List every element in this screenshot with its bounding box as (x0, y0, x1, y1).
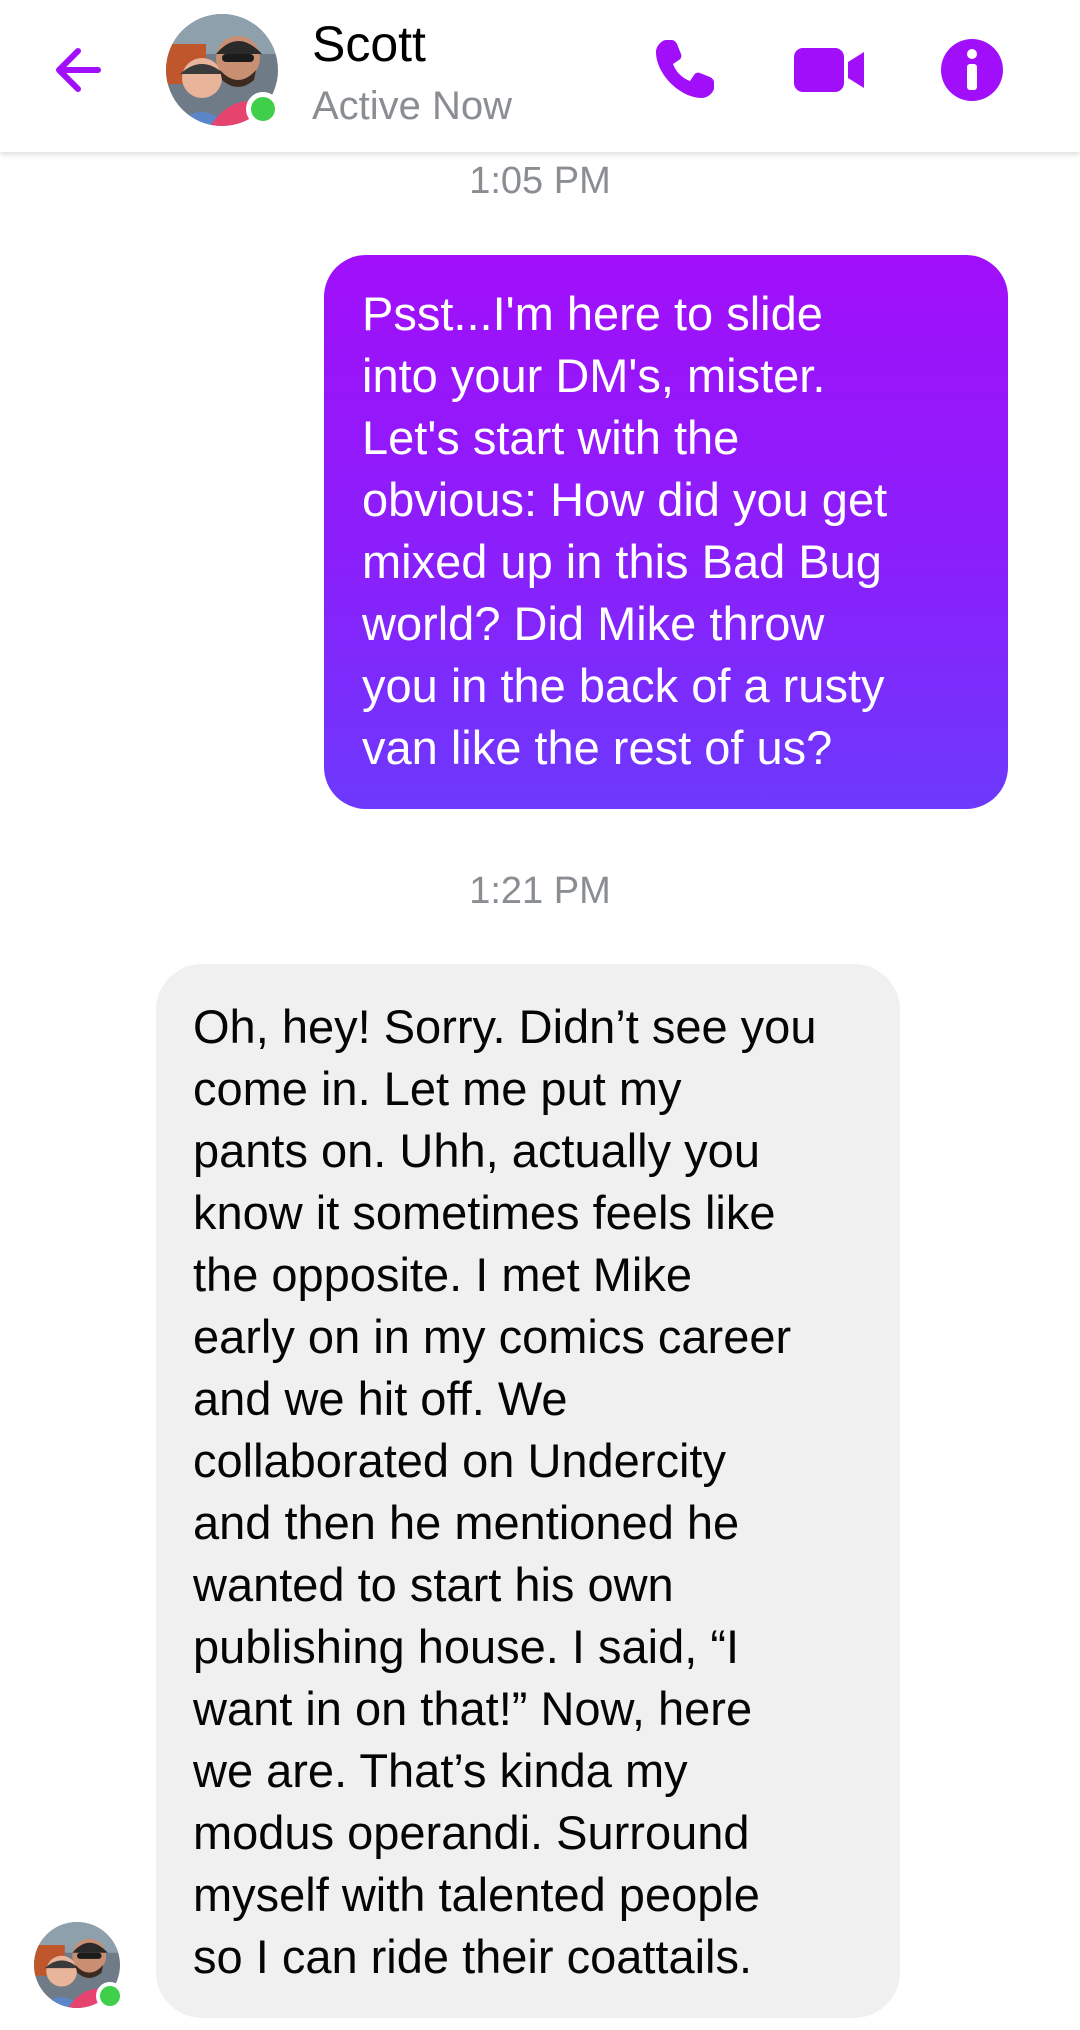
video-camera-icon[interactable] (790, 30, 870, 110)
info-icon[interactable] (932, 30, 1012, 110)
message-timestamp: 1:05 PM (469, 160, 611, 202)
message-timestamp: 1:21 PM (469, 870, 611, 912)
back-arrow-icon[interactable] (46, 34, 118, 106)
outgoing-message-bubble[interactable]: Psst...I'm here to slide into your DM's,… (324, 255, 1008, 809)
phone-icon[interactable] (644, 30, 724, 110)
incoming-message-bubble[interactable]: Oh, hey! Sorry. Didn’t see you come in. … (156, 964, 900, 2018)
online-indicator (246, 92, 280, 126)
contact-status: Active Now (312, 84, 513, 128)
contact-avatar[interactable] (166, 14, 280, 126)
online-indicator (96, 1982, 124, 2010)
sender-avatar[interactable] (34, 1922, 124, 2010)
contact-name[interactable]: Scott (312, 14, 426, 74)
conversation-header: Scott Active Now (0, 0, 1080, 152)
